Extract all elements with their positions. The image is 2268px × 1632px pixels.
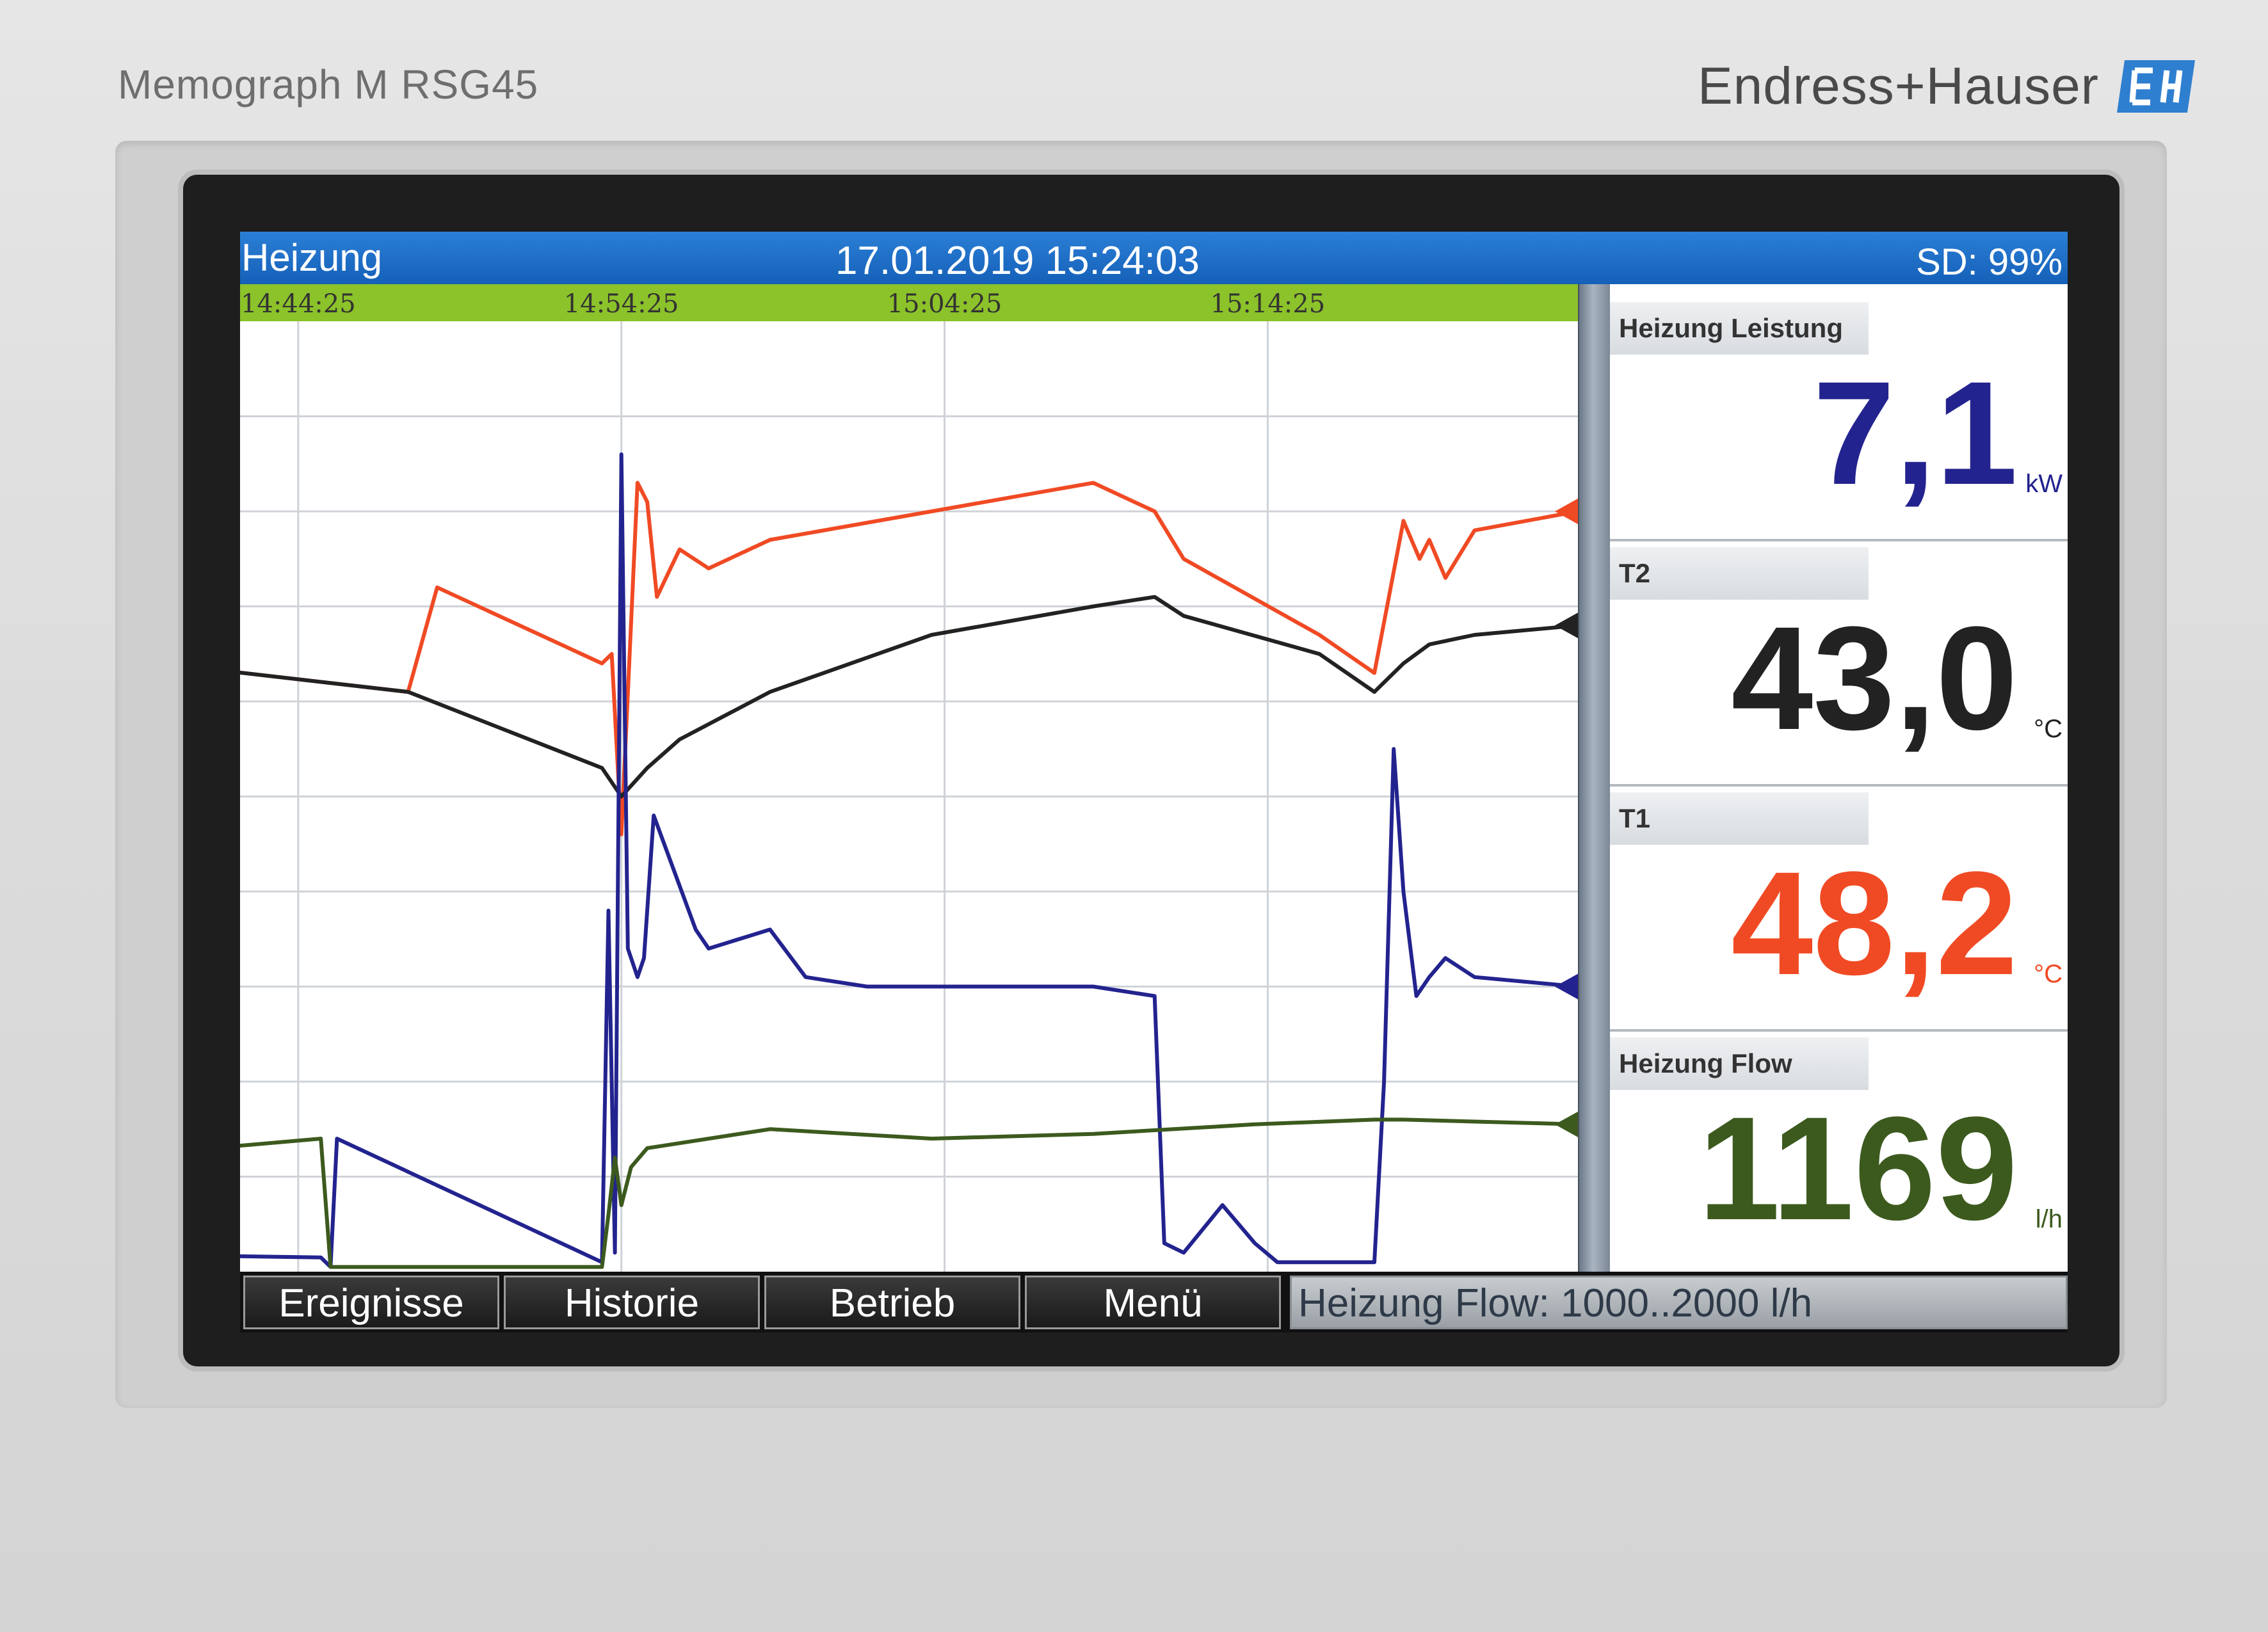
- time-tick-label: 14:44:25: [241, 289, 356, 319]
- channel-tile-t1[interactable]: T1 48,2 °C: [1610, 786, 2068, 1032]
- channel-unit: l/h: [2035, 1205, 2063, 1233]
- time-tick-label: 15:04:25: [887, 289, 1002, 319]
- channel-label: T2: [1610, 547, 1869, 600]
- channel-value: 43,0: [1731, 596, 2018, 760]
- softkey-ereignisse[interactable]: Ereignisse: [243, 1276, 499, 1329]
- channel-label: T1: [1610, 792, 1869, 845]
- channel-tile-power[interactable]: Heizung Leistung 7,1 kW: [1610, 296, 2068, 541]
- series-line-t1: [240, 481, 1578, 836]
- channel-range-status: Heizung Flow: 1000..2000 l/h: [1290, 1276, 2068, 1329]
- channel-value-panel: Heizung Leistung 7,1 kW T2 43,0 °C T1 48…: [1610, 296, 2068, 1272]
- eh-logo-icon: [2117, 60, 2195, 113]
- device-model-label: Memograph M RSG45: [118, 61, 539, 108]
- channel-label: Heizung Flow: [1610, 1037, 1869, 1090]
- time-tick-label: 15:14:25: [1210, 289, 1326, 319]
- softkey-menue[interactable]: Menü: [1025, 1276, 1281, 1329]
- series-marker-heizung-flow: [1555, 1111, 1578, 1137]
- series-line-heizung-leistung: [240, 452, 1578, 1269]
- time-axis-bar: 14:44:25 14:54:25 15:04:25 15:14:25: [240, 284, 1584, 321]
- sd-card-status: SD: 99%: [1916, 241, 2063, 283]
- channel-unit: kW: [2025, 470, 2063, 498]
- channel-unit: °C: [2034, 715, 2063, 743]
- series-marker-t2: [1555, 612, 1578, 639]
- series-line-t2: [240, 595, 1578, 799]
- time-tick-label: 14:54:25: [563, 289, 679, 319]
- recorder-display: Heizung 17.01.2019 15:24:03 SD: 99% 14:4…: [240, 232, 2068, 1332]
- softkey-historie[interactable]: Historie: [504, 1276, 760, 1329]
- channel-tile-flow[interactable]: Heizung Flow 1169 l/h: [1610, 1031, 2068, 1274]
- trend-chart-svg: [240, 321, 1578, 1272]
- channel-unit: °C: [2034, 960, 2063, 988]
- channel-value: 1169: [1698, 1086, 2018, 1251]
- channel-value: 7,1: [1813, 351, 2018, 515]
- datetime-display: 17.01.2019 15:24:03: [835, 239, 1200, 283]
- page-title: Heizung: [241, 236, 383, 279]
- brand-name: Endress+Hauser: [1697, 57, 2099, 115]
- scale-bar: [1578, 284, 1610, 1273]
- series-marker-t1: [1555, 499, 1578, 524]
- trend-chart[interactable]: [240, 321, 1578, 1272]
- header-bar: Heizung 17.01.2019 15:24:03 SD: 99%: [240, 232, 2068, 284]
- brand: Endress+Hauser: [1698, 56, 2198, 116]
- channel-tile-t2[interactable]: T2 43,0 °C: [1610, 541, 2068, 787]
- channel-value: 48,2: [1731, 841, 2018, 1005]
- channel-label: Heizung Leistung: [1610, 302, 1869, 355]
- softkey-bar: Ereignisse Historie Betrieb Menü Heizung…: [240, 1272, 2068, 1332]
- softkey-betrieb[interactable]: Betrieb: [764, 1276, 1020, 1329]
- series-marker-heizung-leistung: [1555, 973, 1578, 1000]
